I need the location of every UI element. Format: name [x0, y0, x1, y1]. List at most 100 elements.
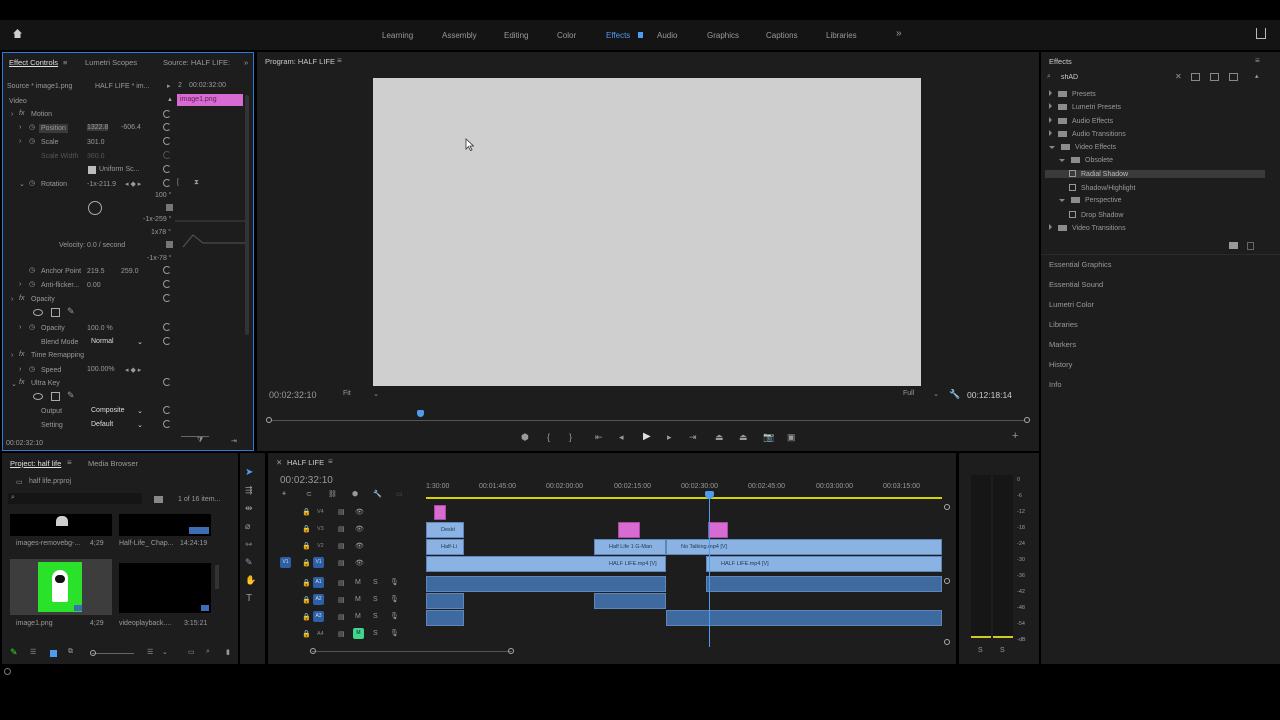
reset-icon[interactable] — [163, 165, 171, 173]
anchor-x[interactable]: 219.5 — [87, 268, 105, 275]
lock-icon[interactable]: 🔒 — [302, 613, 311, 621]
quality-select[interactable]: Full ⌄ — [903, 390, 939, 398]
chevron-right-icon[interactable] — [1049, 130, 1052, 137]
end-marker[interactable] — [944, 578, 950, 584]
lock-icon[interactable]: 🔒 — [302, 525, 311, 533]
position-y[interactable]: -606.4 — [121, 124, 141, 131]
solo-right-button[interactable]: S — [1000, 647, 1005, 654]
clip-v3-desktop[interactable]: Deskt — [426, 522, 464, 538]
panel-markers[interactable]: Markers — [1049, 340, 1076, 349]
workspace-tab-captions[interactable]: Captions — [766, 31, 798, 40]
clip-v1-half-life-b[interactable]: HALF LIFE.mp4 [V] — [706, 556, 942, 572]
icon-view-icon[interactable] — [50, 650, 57, 657]
anchor-y[interactable]: 259.0 — [121, 268, 139, 275]
expand-icon[interactable]: ⌄ — [11, 380, 17, 388]
expand-icon[interactable]: ⌄ — [19, 180, 25, 188]
panel-essential-sound[interactable]: Essential Sound — [1049, 280, 1103, 289]
lock-icon[interactable]: 🔒 — [302, 559, 311, 567]
add-marker-icon[interactable]: ⬢ — [352, 490, 358, 498]
mute-button[interactable]: M — [355, 579, 361, 586]
effects-tree-item[interactable]: Radial Shadow — [1045, 170, 1265, 179]
reset-icon[interactable] — [163, 378, 171, 386]
play-icon[interactable]: ▶ — [643, 431, 651, 442]
end-marker[interactable] — [944, 639, 950, 645]
solo-left-button[interactable]: S — [978, 647, 983, 654]
source-patch-v1[interactable]: V1 — [280, 557, 291, 568]
project-search[interactable]: ⌕ — [8, 493, 142, 504]
track-label-a3[interactable]: A3 — [313, 611, 324, 622]
workspace-tab-effects[interactable]: Effects — [606, 31, 630, 40]
chevron-right-icon[interactable] — [1049, 116, 1052, 123]
eye-icon[interactable]: 👁 — [355, 508, 364, 516]
add-marker-icon[interactable]: ⬢ — [521, 432, 529, 443]
source-label[interactable]: Source * image1.png — [7, 83, 72, 90]
eye-icon[interactable]: 👁 — [355, 542, 364, 550]
ripple-edit-tool-icon[interactable]: ⇹ — [245, 503, 253, 514]
microphone-icon[interactable]: 🎙 — [390, 612, 399, 620]
go-to-out-icon[interactable]: ⇥ — [689, 432, 697, 443]
sync-lock-icon[interactable]: ▤ — [338, 508, 345, 516]
reset-icon[interactable] — [163, 123, 171, 131]
slip-tool-icon[interactable]: ⇿ — [245, 539, 253, 550]
timeline-scrollbar[interactable] — [312, 651, 512, 652]
microphone-icon[interactable]: 🎙 — [390, 595, 399, 603]
stopwatch-icon[interactable]: ◷ — [29, 266, 35, 274]
new-bin-icon[interactable]: ▭ — [188, 648, 195, 656]
scroll-up-icon[interactable]: ▴ — [1255, 72, 1259, 80]
solo-button[interactable]: S — [373, 579, 378, 586]
sync-lock-icon[interactable]: ▤ — [338, 559, 345, 567]
ellipse-mask-icon[interactable] — [33, 309, 43, 316]
linked-selection-icon[interactable]: ⛓ — [328, 490, 337, 498]
panel-history[interactable]: History — [1049, 360, 1072, 369]
clip-v3-image-a[interactable] — [618, 522, 640, 538]
snap-icon[interactable]: ⊂ — [306, 490, 312, 498]
mark-out-icon[interactable]: } — [569, 432, 572, 442]
effects-tree-item[interactable]: Video Transitions — [1049, 224, 1126, 232]
rotation-value[interactable]: -1x-211.9 — [87, 181, 116, 188]
home-icon[interactable] — [12, 28, 23, 39]
extract-icon[interactable]: ⏏ — [739, 432, 748, 443]
audio-clip-a2-b[interactable] — [594, 593, 666, 609]
reset-icon[interactable] — [163, 137, 171, 145]
32bit-effects-icon[interactable] — [1210, 73, 1219, 81]
output-select[interactable]: Composite ⌄ — [91, 407, 143, 415]
position-x[interactable]: 1322.8 — [87, 124, 109, 131]
expand-icon[interactable]: › — [19, 138, 21, 145]
out-point-circle[interactable] — [1024, 417, 1030, 423]
mute-button[interactable]: M — [355, 596, 361, 603]
list-view-icon[interactable]: ☰ — [30, 648, 36, 656]
mute-button[interactable]: M — [355, 613, 361, 620]
microphone-icon[interactable]: 🎙 — [390, 578, 399, 586]
reset-icon[interactable] — [163, 406, 171, 414]
effects-tree-item[interactable]: Drop Shadow — [1069, 210, 1123, 219]
track-label-a1[interactable]: A1 — [313, 577, 324, 588]
clip-v2-gman[interactable]: Half Life 1 G-Man — [594, 539, 666, 555]
new-bin-icon[interactable] — [154, 496, 163, 503]
stopwatch-icon[interactable]: ◷ — [29, 280, 35, 288]
speed-value[interactable]: 100.00% — [87, 366, 115, 373]
stopwatch-icon[interactable]: ◷ — [29, 365, 35, 373]
program-video-frame[interactable] — [373, 78, 921, 386]
stopwatch-icon[interactable]: ◷ — [29, 323, 35, 331]
chevron-down-icon[interactable] — [1049, 145, 1055, 149]
more-icon[interactable]: ▮ — [226, 648, 230, 656]
menu-icon[interactable]: ≡ — [67, 458, 72, 467]
effects-title[interactable]: Effects — [1049, 57, 1072, 66]
timeline-title[interactable]: HALF LIFE — [287, 458, 324, 467]
menu-icon[interactable]: ≡ — [337, 56, 342, 65]
clip-v4-image[interactable] — [434, 505, 446, 520]
keyframe-nav-icon[interactable]: ◂ ◆ ▸ — [125, 366, 141, 374]
stopwatch-icon[interactable]: ◷ — [29, 137, 35, 145]
audio-clip-a1-a[interactable] — [426, 576, 666, 592]
accelerated-effects-icon[interactable] — [1191, 73, 1200, 81]
menu-icon[interactable]: ≡ — [328, 457, 333, 466]
more-tabs-icon[interactable]: » — [244, 58, 248, 67]
effects-tree-item[interactable]: Perspective — [1059, 197, 1122, 204]
lift-icon[interactable]: ⏏ — [715, 432, 724, 443]
tab-effect-controls[interactable]: Effect Controls — [9, 58, 58, 67]
settings-wrench-icon[interactable]: 🔧 — [373, 490, 382, 498]
chevron-right-icon[interactable] — [1049, 90, 1052, 96]
chevron-right-icon[interactable] — [1049, 224, 1052, 230]
clip-v2-half-life[interactable]: Half-Li — [426, 539, 464, 555]
panel-libraries[interactable]: Libraries — [1049, 320, 1078, 329]
